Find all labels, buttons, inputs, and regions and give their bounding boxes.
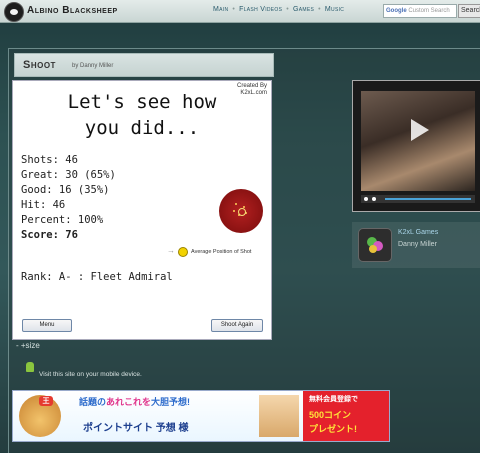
mobile-site-link[interactable]: Visit this site on your mobile device. <box>39 371 142 378</box>
sheep-logo-icon[interactable] <box>4 2 24 22</box>
banner-offer-line-2: 500コイン <box>309 410 352 420</box>
banner-headline-a: 話題の <box>79 397 107 407</box>
play-icon[interactable] <box>411 119 429 141</box>
google-label: Google <box>386 8 407 14</box>
banner-headline-c: 大胆予想! <box>151 397 191 407</box>
banner-offer[interactable]: 無料会員登録で 500コイン プレゼント! <box>303 391 389 441</box>
nav-separator: • <box>318 6 321 13</box>
icon-blob <box>369 245 377 253</box>
arrow-right-icon: → <box>167 246 175 255</box>
banner-subline: ポイントサイト 予想 様 <box>83 423 189 434</box>
nav-music[interactable]: Music <box>325 6 344 13</box>
search-input[interactable]: Google Custom Search <box>383 4 457 18</box>
resize-control[interactable]: - +size <box>16 341 40 350</box>
search-placeholder: Custom Search <box>408 8 450 14</box>
channel-name[interactable]: K2xL Games <box>398 229 438 236</box>
banner-offer-line-3: プレゼント! <box>309 424 357 434</box>
shot-target-icon <box>219 189 263 233</box>
shot-dot <box>235 203 237 205</box>
android-icon[interactable] <box>26 362 34 372</box>
menu-button[interactable]: Menu <box>22 319 72 332</box>
play-pause-icon[interactable] <box>364 197 368 201</box>
crown-icon: 王 <box>39 396 53 406</box>
channel-card[interactable]: K2xL Games Danny Miller <box>352 222 480 268</box>
game-frame[interactable]: Created By K2xL.com Let's see how you di… <box>12 80 272 340</box>
video-thumbnail[interactable] <box>361 91 475 191</box>
channel-author: Danny Miller <box>398 241 437 248</box>
nav-separator: • <box>286 6 290 13</box>
main-nav: Main • Flash Videos • Games • Music <box>213 6 344 13</box>
site-title[interactable]: Albino Blacksheep <box>27 5 118 16</box>
video-controls[interactable] <box>361 195 475 203</box>
headline-line-2: you did... <box>84 117 200 139</box>
video-progress-bar[interactable] <box>385 198 471 200</box>
mascot-icon: 王 <box>19 395 61 437</box>
page-author: by Danny Miller <box>72 63 114 69</box>
banner-offer-line-1: 無料会員登録で <box>309 396 358 403</box>
average-position-legend: → Average Position of Shot <box>167 246 251 257</box>
shoot-again-button[interactable]: Shoot Again <box>211 319 263 332</box>
volume-icon[interactable] <box>372 197 376 201</box>
nav-main[interactable]: Main <box>213 6 228 13</box>
nav-games[interactable]: Games <box>293 6 314 13</box>
k2xl-games-icon[interactable] <box>358 228 392 262</box>
ad-banner[interactable]: 王 話題のあれこれを大胆予想! ポイントサイト 予想 様 無料会員登録で 500… <box>12 390 390 442</box>
average-position-marker <box>238 208 246 216</box>
stats-list: Shots: 46 Great: 30 (65%) Good: 16 (35%)… <box>21 153 116 243</box>
yellow-dot-icon <box>178 246 188 257</box>
nav-separator: • <box>232 6 236 13</box>
stat-good: Good: 16 (35%) <box>21 184 110 196</box>
stat-percent: Percent: 100% <box>21 214 104 226</box>
rank-text: Rank: A- : Fleet Admiral <box>21 271 173 283</box>
search-button[interactable]: Search <box>458 4 480 18</box>
game-title-bar: Shoot by Danny Miller <box>14 53 274 77</box>
banner-headline-b: あれこれを <box>106 397 152 407</box>
stat-score: Score: 76 <box>21 229 78 241</box>
castle-icon <box>259 395 299 437</box>
banner-headline: 話題のあれこれを大胆予想! <box>79 395 190 408</box>
top-bar: Albino Blacksheep Main • Flash Videos • Game… <box>0 0 480 23</box>
shot-dot <box>233 210 235 212</box>
average-position-label: Average Position of Shot <box>191 249 252 255</box>
stat-great: Great: 30 (65%) <box>21 169 116 181</box>
stat-shots: Shots: 46 <box>21 154 78 166</box>
video-player[interactable] <box>352 80 480 212</box>
headline-line-1: Let's see how <box>67 91 217 113</box>
stat-hit: Hit: 46 <box>21 199 66 211</box>
nav-flash-videos[interactable]: Flash Videos <box>239 6 282 13</box>
page-title: Shoot <box>23 59 56 71</box>
results-headline: Let's see how you did... <box>13 89 271 141</box>
